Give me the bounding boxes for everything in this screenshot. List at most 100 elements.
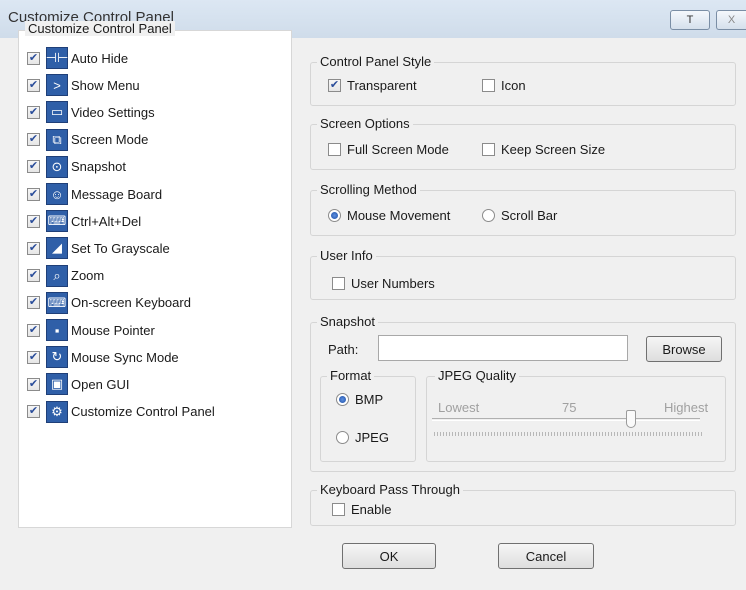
icon-checkbox[interactable]	[482, 79, 495, 92]
list-item[interactable]: ✔ ⌕ Zoom	[27, 263, 104, 289]
list-item-label: Snapshot	[71, 159, 126, 175]
list-item-label: Message Board	[71, 186, 163, 202]
transparent-checkbox[interactable]: ✔	[328, 79, 341, 92]
list-item-label: Screen Mode	[71, 132, 149, 148]
customize-icon: ⚙	[46, 400, 68, 423]
list-item[interactable]: ✔ ◢ Set To Grayscale	[27, 235, 170, 261]
scroll-bar-label: Scroll Bar	[501, 208, 558, 223]
list-item-checkbox[interactable]: ✔	[27, 350, 40, 364]
list-item[interactable]: ✔ ⚙ Customize Control Panel	[27, 399, 215, 425]
list-item-label: Set To Grayscale	[71, 240, 170, 256]
pin-button[interactable]: T	[670, 10, 710, 30]
icon-option[interactable]: Icon	[482, 78, 526, 93]
path-label: Path:	[328, 342, 359, 357]
grayscale-icon: ◢	[46, 237, 68, 260]
bmp-radio[interactable]	[336, 393, 349, 406]
list-item-checkbox[interactable]: ✔	[27, 296, 40, 310]
list-item-checkbox[interactable]: ✔	[27, 269, 40, 283]
list-item[interactable]: ✔ ⧉ Screen Mode	[27, 127, 148, 153]
list-item[interactable]: ✔ ↻ Mouse Sync Mode	[27, 344, 179, 370]
list-item[interactable]: ✔ ⊣⊢ Auto Hide	[27, 45, 128, 71]
snapshot-title: Snapshot	[317, 314, 378, 329]
list-item[interactable]: ✔ ⌨ Ctrl+Alt+Del	[27, 208, 141, 234]
zoom-icon: ⌕	[46, 264, 68, 287]
keep-size-option[interactable]: Keep Screen Size	[482, 142, 605, 157]
list-item[interactable]: ✔ ☺ Message Board	[27, 181, 162, 207]
list-item-checkbox[interactable]: ✔	[27, 377, 40, 391]
format-group: Format	[320, 368, 416, 462]
list-item-checkbox[interactable]: ✔	[27, 78, 40, 92]
snapshot-icon: ⊙	[46, 155, 68, 178]
user-numbers-option[interactable]: User Numbers	[332, 276, 435, 291]
list-item[interactable]: ✔ ⌨ On-screen Keyboard	[27, 290, 191, 316]
list-item-checkbox[interactable]: ✔	[27, 405, 40, 419]
format-title: Format	[327, 368, 375, 383]
list-item-checkbox[interactable]: ✔	[27, 160, 40, 174]
customize-list-title: Customize Control Panel	[25, 21, 175, 36]
cancel-button[interactable]: Cancel	[498, 543, 594, 569]
jpeg-quality-slider-track[interactable]	[432, 418, 700, 421]
screen-options-title: Screen Options	[317, 116, 413, 131]
jpeg-quality-ticks	[434, 432, 704, 436]
list-item[interactable]: ✔ ▭ Video Settings	[27, 99, 155, 125]
list-item-checkbox[interactable]: ✔	[27, 187, 40, 201]
list-item[interactable]: ✔ ▣ Open GUI	[27, 371, 130, 397]
jpeg-option[interactable]: JPEG	[336, 430, 389, 445]
mouse-movement-option[interactable]: Mouse Movement	[328, 208, 450, 223]
user-numbers-label: User Numbers	[351, 276, 435, 291]
list-item-label: Zoom	[71, 268, 105, 284]
user-numbers-checkbox[interactable]	[332, 277, 345, 290]
mouse-movement-radio[interactable]	[328, 209, 341, 222]
ok-button[interactable]: OK	[342, 543, 436, 569]
control-panel-style-title: Control Panel Style	[317, 54, 435, 69]
list-item-checkbox[interactable]: ✔	[27, 241, 40, 255]
open-gui-icon: ▣	[46, 373, 68, 396]
list-item[interactable]: ✔ ▪ Mouse Pointer	[27, 317, 155, 343]
list-item-label: Mouse Sync Mode	[71, 349, 179, 365]
full-screen-option[interactable]: Full Screen Mode	[328, 142, 449, 157]
jpeg-radio[interactable]	[336, 431, 349, 444]
enable-label: Enable	[351, 502, 392, 517]
transparent-option[interactable]: ✔ Transparent	[328, 78, 417, 93]
enable-checkbox[interactable]	[332, 503, 345, 516]
mouse-movement-label: Mouse Movement	[347, 208, 451, 223]
jpeg-label: JPEG	[355, 430, 389, 445]
list-item[interactable]: ✔ > Show Menu	[27, 72, 140, 98]
list-item-checkbox[interactable]: ✔	[27, 51, 40, 65]
keep-size-checkbox[interactable]	[482, 143, 495, 156]
scroll-bar-radio[interactable]	[482, 209, 495, 222]
jpeg-quality-value: 75	[562, 400, 577, 415]
jpeg-highest-label: Highest	[664, 400, 709, 415]
scroll-bar-option[interactable]: Scroll Bar	[482, 208, 557, 223]
list-item-checkbox[interactable]: ✔	[27, 214, 40, 228]
scrolling-method-title: Scrolling Method	[317, 182, 420, 197]
list-item-checkbox[interactable]: ✔	[27, 105, 40, 119]
jpeg-quality-slider-thumb[interactable]	[626, 410, 636, 428]
bmp-option[interactable]: BMP	[336, 392, 383, 407]
path-input[interactable]	[378, 335, 628, 361]
keep-size-label: Keep Screen Size	[501, 142, 606, 157]
list-item-label: Mouse Pointer	[71, 322, 155, 338]
full-screen-checkbox[interactable]	[328, 143, 341, 156]
ctrl-alt-del-icon: ⌨	[46, 210, 68, 233]
bmp-label: BMP	[355, 392, 384, 407]
browse-button[interactable]: Browse	[646, 336, 722, 362]
user-info-title: User Info	[317, 248, 376, 263]
mouse-sync-icon: ↻	[46, 346, 68, 369]
close-button[interactable]: X	[716, 10, 746, 30]
list-item[interactable]: ✔ ⊙ Snapshot	[27, 154, 126, 180]
enable-option[interactable]: Enable	[332, 502, 391, 517]
screen-mode-icon: ⧉	[46, 128, 68, 151]
full-screen-label: Full Screen Mode	[347, 142, 449, 157]
list-item-label: Show Menu	[71, 77, 140, 93]
customize-list-box: Customize Control Panel ✔ ⊣⊢ Auto Hide ✔ > Sh…	[18, 21, 292, 528]
list-item-label: Auto Hide	[71, 50, 129, 66]
message-board-icon: ☺	[46, 183, 68, 205]
icon-label: Icon	[501, 78, 526, 93]
list-item-label: Customize Control Panel	[71, 404, 215, 420]
list-item-label: Ctrl+Alt+Del	[71, 213, 142, 229]
jpeg-quality-title: JPEG Quality	[435, 368, 520, 383]
auto-hide-icon: ⊣⊢	[46, 47, 68, 69]
list-item-checkbox[interactable]: ✔	[27, 323, 40, 337]
list-item-checkbox[interactable]: ✔	[27, 133, 40, 147]
